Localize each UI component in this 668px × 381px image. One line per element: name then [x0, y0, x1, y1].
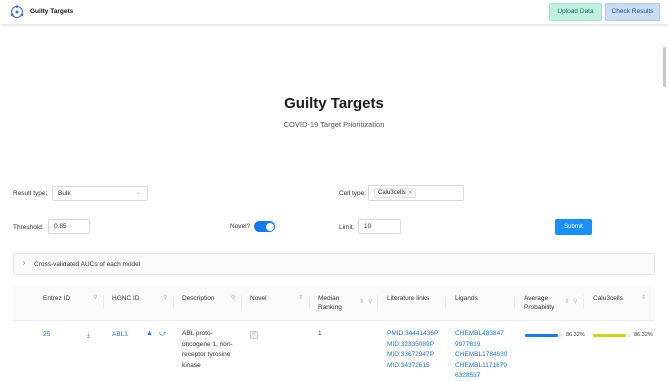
search-icon[interactable]: ⚲: [93, 294, 97, 301]
cell-type-tag: Calu3cells ✕: [374, 188, 417, 198]
median-ranking-value: 1: [318, 330, 322, 337]
threshold-label: Threshold:: [13, 224, 44, 231]
column-divider: [514, 295, 515, 309]
limit-input[interactable]: 10: [358, 219, 401, 234]
search-icon[interactable]: ⚲: [573, 298, 577, 305]
check-results-button[interactable]: Check Results: [605, 3, 660, 21]
average-probability-value: 86.32%: [566, 332, 585, 338]
novel-toggle[interactable]: [254, 221, 275, 232]
download-icon[interactable]: ⤓: [87, 331, 90, 342]
column-divider: [103, 295, 104, 309]
column-divider: [377, 295, 378, 309]
threshold-input[interactable]: 0.85: [48, 219, 90, 234]
col-description[interactable]: Description: [182, 294, 215, 303]
calu3cells-bar: [593, 334, 631, 337]
col-hgnc-id[interactable]: HGNC ID: [112, 294, 139, 303]
ligand-link[interactable]: 9977819: [455, 340, 507, 351]
description-line: oncogene 1, non-: [182, 340, 233, 348]
description-line: ABL proto-: [182, 330, 213, 337]
auc-collapse-label: Cross-validated AUCs of each model: [34, 261, 141, 268]
cell-type-select[interactable]: Calu3cells ✕: [368, 185, 464, 201]
search-icon[interactable]: ⚲: [231, 294, 235, 301]
literature-links: PMID:34441436P MID:32335089P MID:3367294…: [387, 329, 438, 371]
limit-label: Limit:: [339, 224, 355, 231]
table-header: Entrez ID ⚲ HGNC ID ⚲ Description ⚲ Nove…: [13, 285, 655, 321]
result-type-value: Bulk: [58, 190, 71, 197]
column-divider: [241, 295, 242, 309]
upload-data-button[interactable]: Upload Data: [549, 3, 602, 21]
col-ligands[interactable]: Ligands: [455, 294, 478, 303]
ligand-link[interactable]: CHEMBL1171679: [455, 361, 507, 372]
col-average-probability-line2: Probability: [524, 304, 555, 311]
sort-icon[interactable]: ⇕: [298, 294, 303, 301]
literature-link[interactable]: MID:32335089P: [387, 340, 438, 351]
novel-checkbox: ✓: [250, 331, 258, 339]
page-scrollbar[interactable]: [663, 47, 666, 87]
check-icon: ✓: [252, 331, 258, 337]
result-type-label: Result type:: [13, 190, 48, 197]
literature-link[interactable]: MID:33672947P: [387, 350, 438, 361]
close-icon[interactable]: ✕: [408, 190, 413, 196]
column-divider: [309, 295, 310, 309]
ligand-links: CHEMBL483847 9977819 CHEMBL1784630 CHEMB…: [455, 329, 507, 381]
chevron-down-icon: ⌄: [135, 190, 141, 196]
sort-icon[interactable]: ⇕: [564, 298, 569, 305]
search-icon[interactable]: ⚲: [368, 298, 372, 305]
description-text: ABL proto- oncogene 1, non- receptor tyr…: [182, 329, 233, 371]
calu3cells-fill: [593, 334, 626, 337]
sort-icon[interactable]: ⇕: [641, 294, 646, 301]
dna-icon[interactable]: ⤻: [159, 330, 166, 338]
col-average-probability-line1: Average: [524, 295, 549, 302]
description-line: kinase: [182, 361, 201, 369]
calu3cells-value: 86.32%: [634, 332, 653, 338]
col-literature-links[interactable]: Literature links: [387, 294, 429, 303]
top-navbar: Guilty Targets Upload Data Check Results: [0, 0, 668, 24]
column-divider: [173, 295, 174, 309]
col-entrez-id[interactable]: Entrez ID: [43, 294, 70, 303]
chevron-right-icon: ›: [23, 260, 26, 267]
col-average-probability[interactable]: Average Probability: [524, 294, 554, 312]
bell-icon[interactable]: ▲: [146, 330, 153, 337]
average-probability-fill: [525, 334, 558, 337]
literature-link[interactable]: PMID:34441436P: [387, 329, 438, 340]
app-title[interactable]: Guilty Targets: [30, 8, 73, 15]
ligand-link[interactable]: CHEMBL483847: [455, 329, 507, 340]
col-calu3cells[interactable]: Calu3cells: [593, 294, 623, 303]
column-divider: [583, 295, 584, 309]
result-type-select[interactable]: Bulk ⌄: [52, 186, 148, 201]
table-row: [13, 321, 655, 381]
literature-link[interactable]: MID:34372615: [387, 361, 438, 372]
submit-button[interactable]: Submit: [555, 219, 592, 235]
col-median-ranking-line2: Ranking: [318, 304, 342, 311]
average-probability-bar: [525, 334, 563, 337]
col-novel[interactable]: Novel: [250, 294, 267, 303]
search-icon[interactable]: ⚲: [163, 294, 167, 301]
page-subtitle: COVID-19 Target Prioritization: [283, 120, 385, 129]
entrez-id-link[interactable]: 25: [43, 330, 50, 341]
col-median-ranking-line1: Median: [318, 295, 340, 302]
ligand-link[interactable]: 6328537: [455, 371, 507, 381]
hgnc-id-link[interactable]: ABL1: [112, 330, 128, 341]
toggle-knob: [265, 222, 274, 231]
cell-type-label: Cell type:: [339, 190, 367, 197]
sort-icon[interactable]: ⇕: [359, 298, 364, 305]
page-title: Guilty Targets: [284, 95, 384, 112]
auc-collapse-panel[interactable]: › Cross-validated AUCs of each model: [13, 253, 655, 275]
description-line: receptor tyrosine: [182, 351, 231, 358]
ligand-link[interactable]: CHEMBL1784630: [455, 350, 507, 361]
col-median-ranking[interactable]: Median Ranking: [318, 294, 342, 312]
column-divider: [445, 295, 446, 309]
cell-type-tag-label: Calu3cells: [378, 190, 406, 196]
network-globe-icon[interactable]: [10, 5, 24, 19]
novel-label: Novel?: [230, 223, 251, 230]
